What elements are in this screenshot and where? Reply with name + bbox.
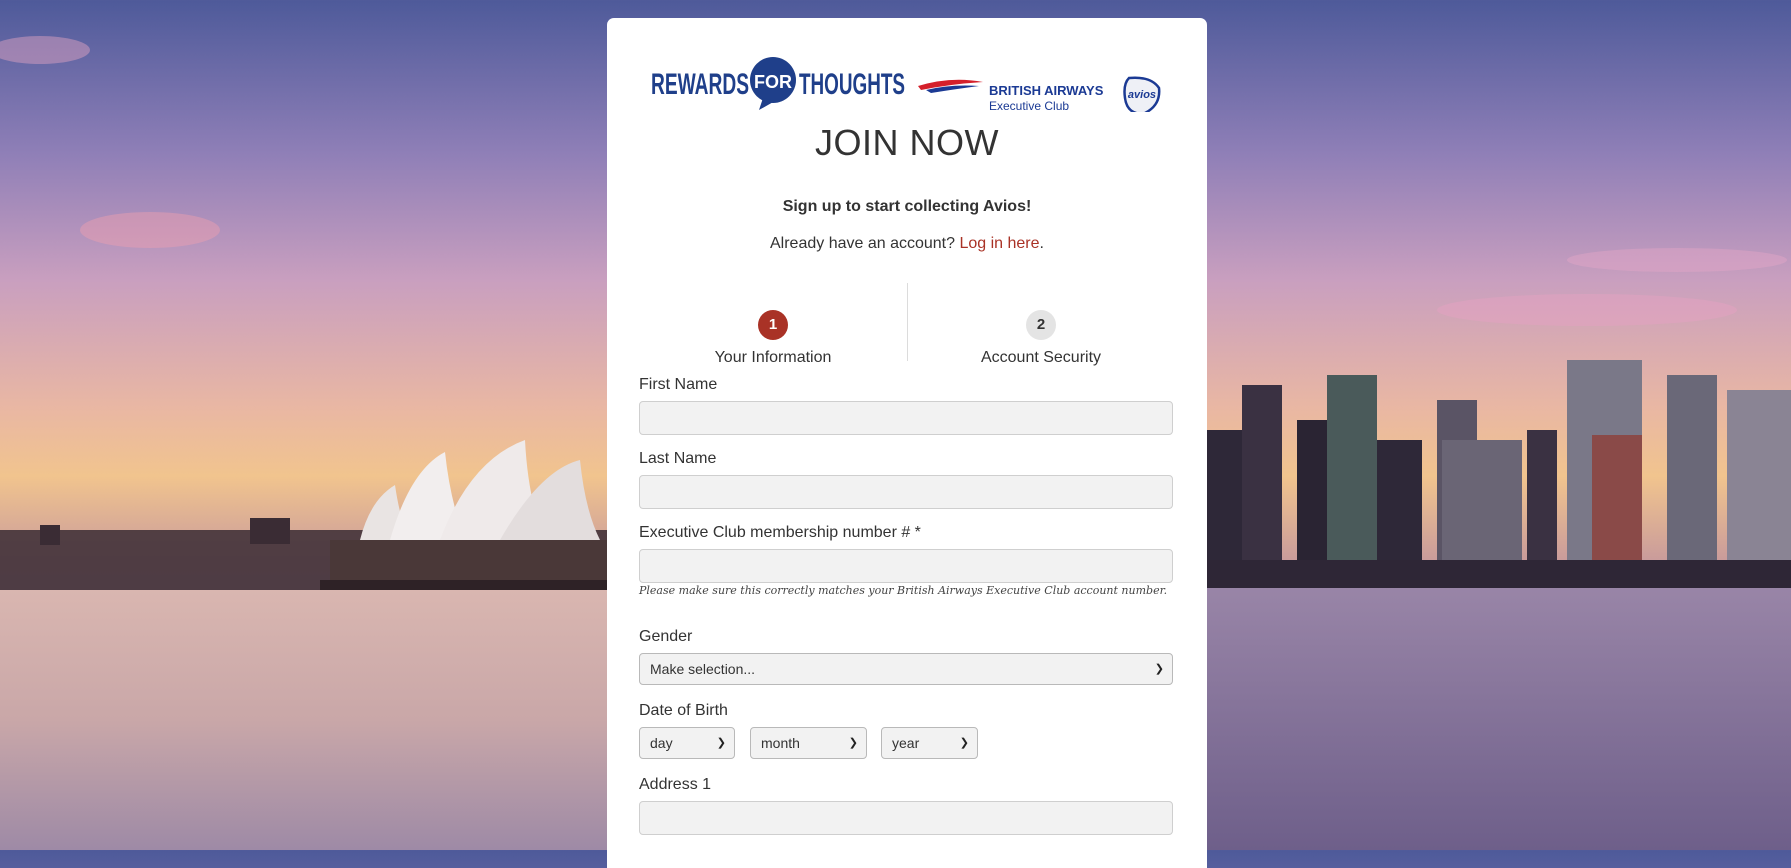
signup-steps: 1 Your Information 2 Account Security [639, 283, 1175, 379]
step-account-security: 2 Account Security [907, 283, 1175, 379]
ba-club: Executive Club [989, 99, 1069, 112]
gender-select[interactable]: Make selection... ❯ [639, 653, 1173, 685]
step-number-badge: 1 [758, 310, 788, 340]
partner-logos: REWARDS FOR THOUGHTS BRITISH AIRWAYS Exe… [651, 57, 1161, 112]
page-subtitle: Sign up to start collecting Avios! [782, 198, 1032, 215]
address1-input[interactable] [639, 801, 1173, 835]
step-label: Your Information [714, 349, 832, 366]
login-prompt: Already have an account? [770, 235, 956, 252]
rewards-logo-mid: FOR [754, 72, 792, 92]
chevron-down-icon: ❯ [848, 737, 858, 749]
dob-year-select[interactable]: year ❯ [881, 727, 978, 759]
address1-label: Address 1 [639, 776, 712, 793]
avios-logo: avios [1123, 76, 1161, 112]
rewards-logo-left: REWARDS [651, 68, 749, 101]
dob-day-select[interactable]: day ❯ [639, 727, 735, 759]
chevron-down-icon: ❯ [959, 737, 969, 749]
british-airways-logo: BRITISH AIRWAYS Executive Club [918, 79, 1104, 112]
dob-day-value: day [650, 735, 673, 751]
avios-logo-text: avios [1128, 89, 1156, 101]
background-left-opera-house [0, 0, 607, 850]
membership-number-label: Executive Club membership number # * [639, 524, 921, 541]
login-suffix: . [1039, 235, 1044, 252]
dob-label: Date of Birth [639, 702, 728, 719]
gender-label: Gender [639, 628, 693, 645]
chevron-down-icon: ❯ [716, 737, 726, 749]
last-name-label: Last Name [639, 450, 717, 467]
signup-card: REWARDS FOR THOUGHTS BRITISH AIRWAYS Exe… [607, 18, 1207, 868]
step-number-badge: 2 [1026, 310, 1056, 340]
membership-help-text: Please make sure this correctly matches … [639, 584, 1168, 597]
first-name-input[interactable] [639, 401, 1173, 435]
first-name-label: First Name [639, 376, 718, 393]
gender-selected-value: Make selection... [650, 661, 756, 677]
dob-year-value: year [892, 735, 920, 751]
dob-month-select[interactable]: month ❯ [750, 727, 867, 759]
dob-month-value: month [761, 735, 800, 751]
login-prompt-line: Already have an account? Log in here. [607, 235, 1207, 253]
background-right-city-skyline [1207, 0, 1791, 850]
step-your-information: 1 Your Information [639, 283, 907, 379]
ba-name: BRITISH AIRWAYS [989, 83, 1104, 98]
rewards-for-thoughts-logo: REWARDS FOR THOUGHTS [651, 57, 905, 110]
rewards-logo-right: THOUGHTS [799, 68, 905, 101]
chevron-down-icon: ❯ [1154, 663, 1164, 675]
page-title: JOIN NOW [815, 122, 999, 163]
login-link[interactable]: Log in here [959, 235, 1039, 252]
membership-number-input[interactable] [639, 549, 1173, 583]
step-label: Account Security [980, 349, 1102, 366]
last-name-input[interactable] [639, 475, 1173, 509]
